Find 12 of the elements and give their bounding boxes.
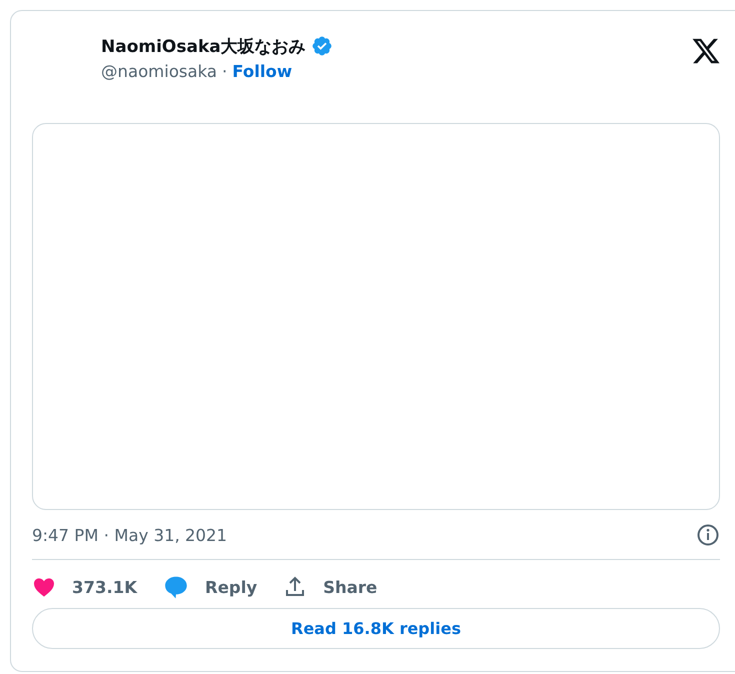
read-replies-button[interactable]: Read 16.8K replies (32, 608, 720, 649)
like-button[interactable]: 373.1K (32, 574, 137, 600)
reply-button[interactable]: Reply (162, 574, 258, 600)
x-logo-icon[interactable] (691, 36, 721, 66)
share-button[interactable]: Share (283, 574, 378, 600)
author-handle[interactable]: @naomiosaka (101, 62, 217, 81)
info-icon[interactable] (696, 523, 720, 547)
separator-dot: · (222, 62, 228, 81)
speech-bubble-icon (162, 574, 189, 600)
follow-link[interactable]: Follow (232, 62, 292, 81)
tweet-timestamp[interactable]: 9:47 PM · May 31, 2021 (32, 526, 228, 544)
author-name[interactable]: NaomiOsaka大坂なおみ (101, 34, 306, 58)
